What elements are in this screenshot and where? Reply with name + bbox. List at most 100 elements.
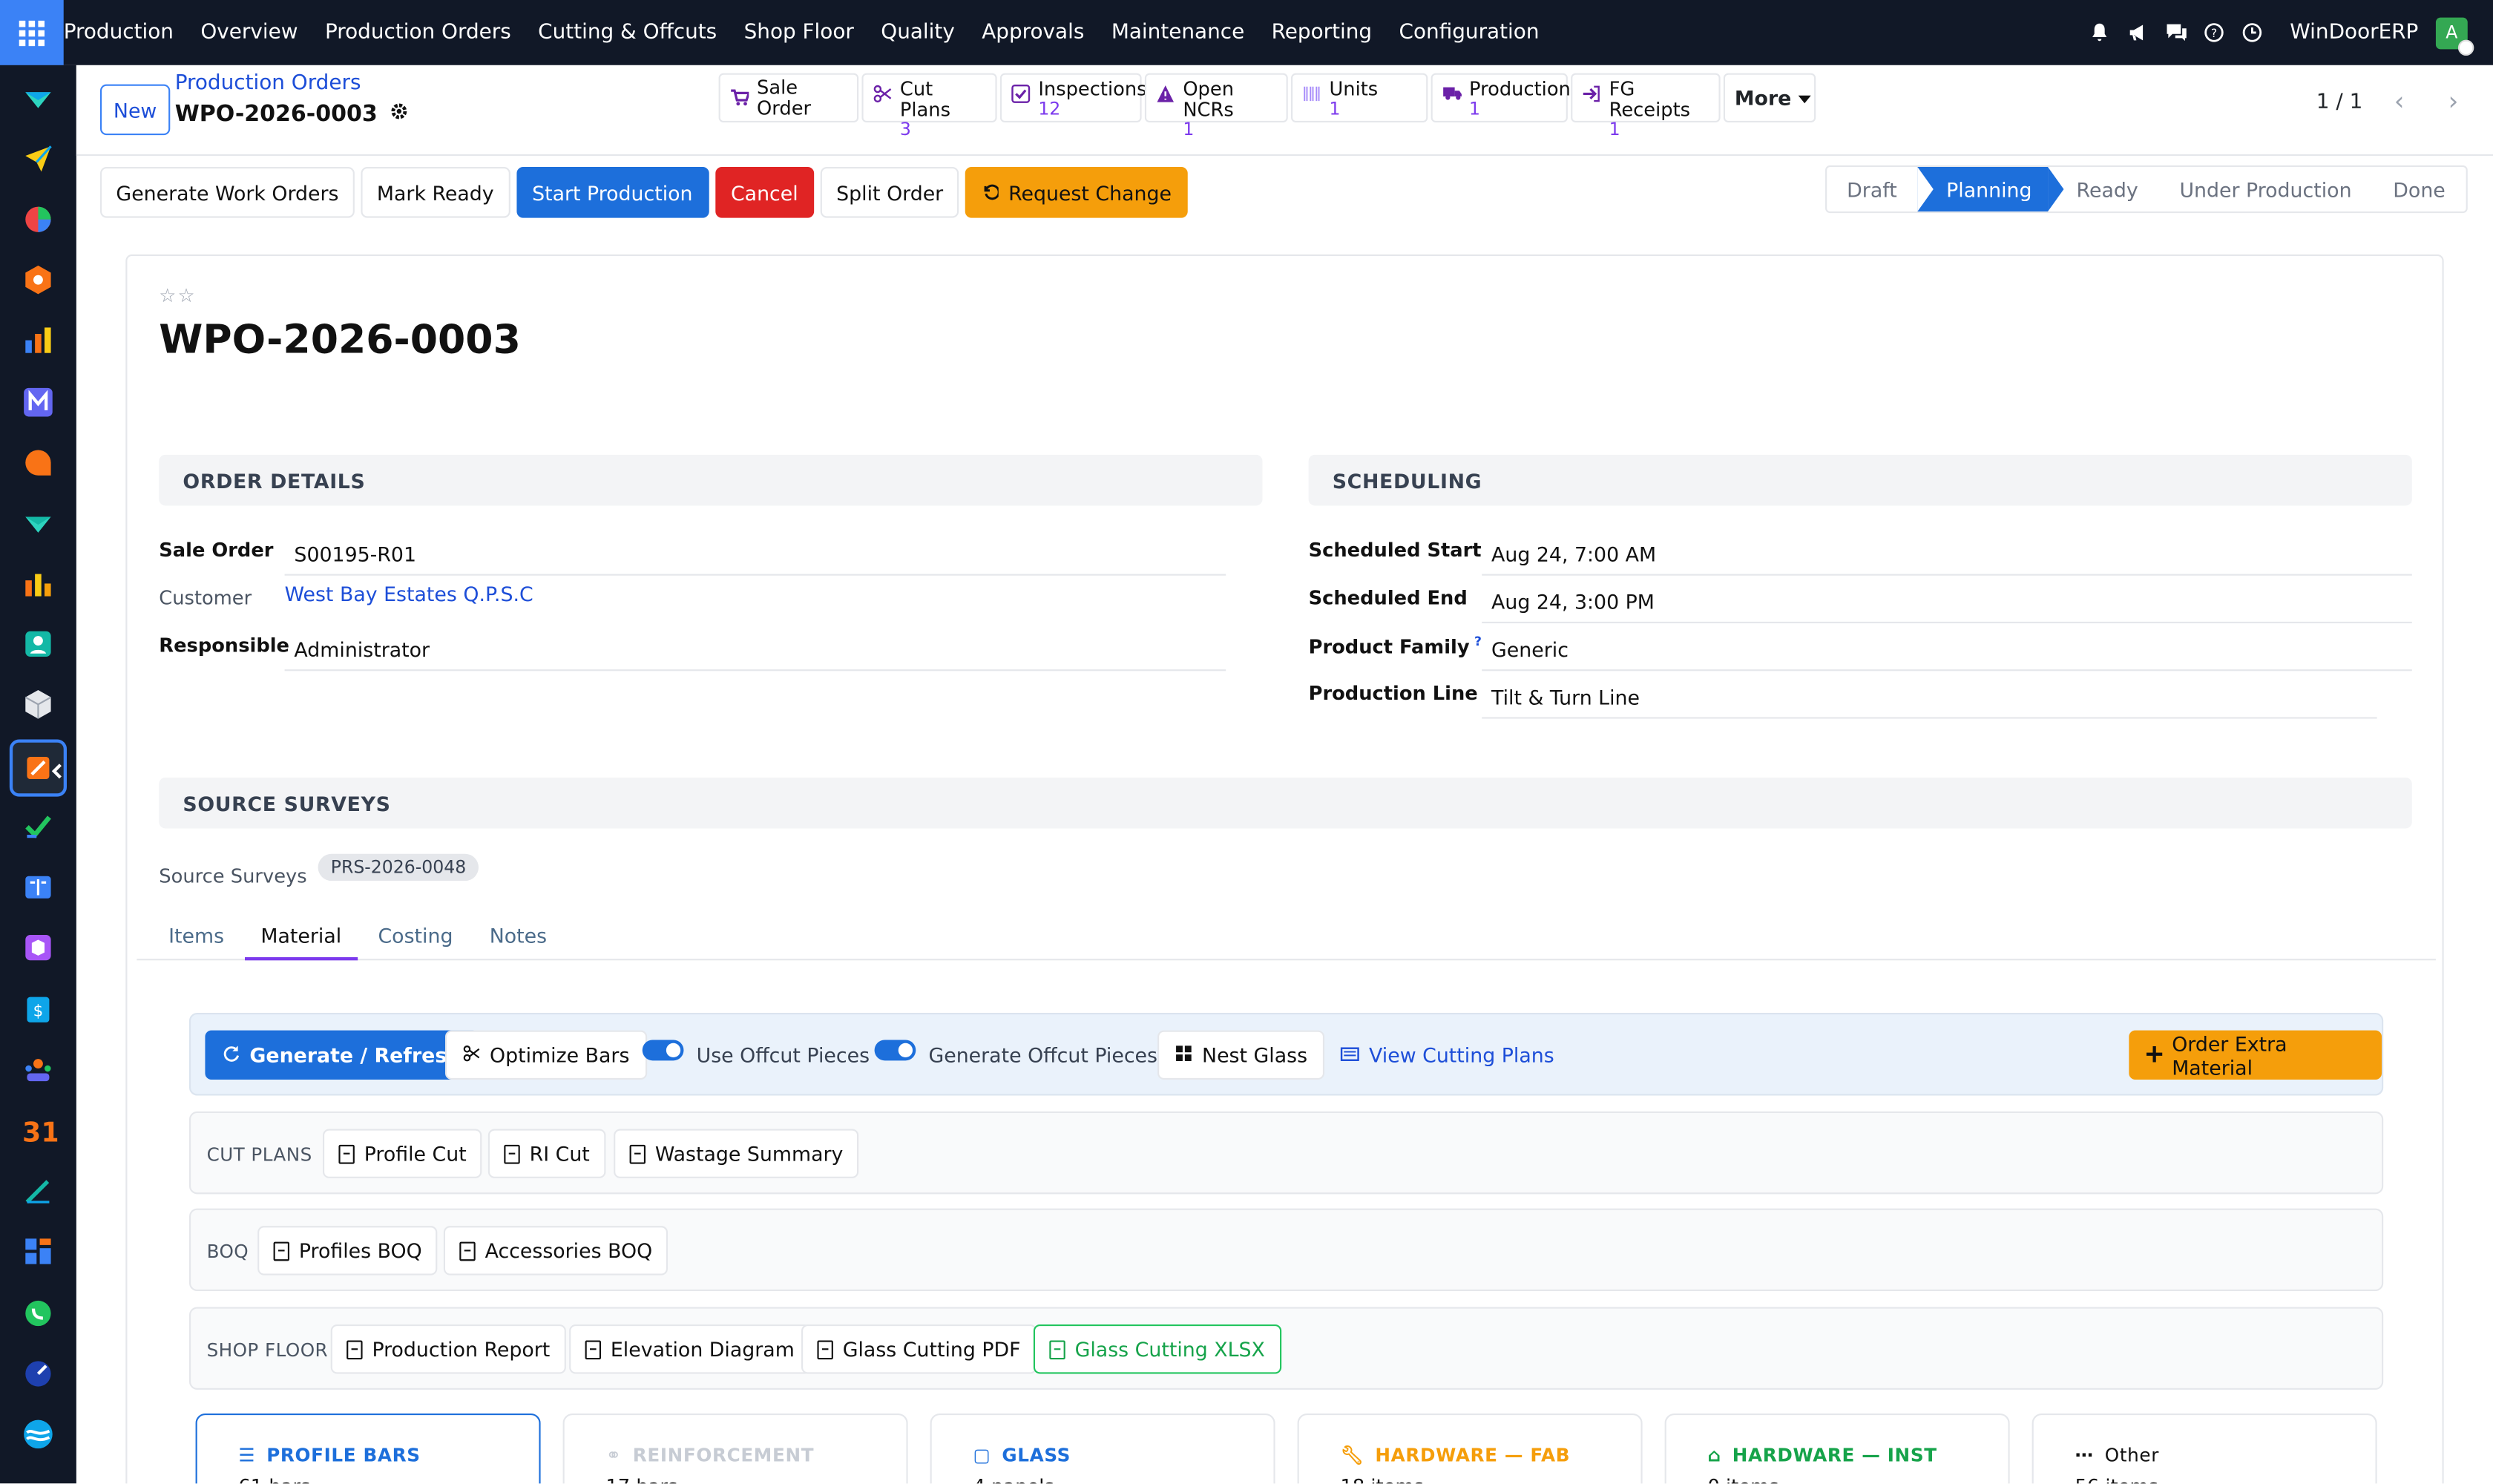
check-app-icon[interactable] [22,811,54,843]
contacts-app-icon[interactable] [22,628,54,660]
order-extra-material-button[interactable]: Order Extra Material [2129,1030,2382,1080]
glass-cutting-pdf-button[interactable]: Glass Cutting PDF [801,1324,1037,1374]
ri-cut-button[interactable]: RI Cut [487,1129,606,1178]
request-change-button[interactable]: Request Change [965,167,1188,218]
view-cutting-plans-link[interactable]: View Cutting Plans [1340,1043,1554,1067]
smart-button-inspections[interactable]: Inspections 12 [999,73,1147,123]
accessories-boq-button[interactable]: Accessories BOQ [443,1226,669,1275]
tab-notes[interactable]: Notes [473,913,562,960]
glass-cutting-xlsx-button[interactable]: Glass Cutting XLSX [1033,1324,1281,1374]
team-app-icon[interactable] [22,1054,54,1086]
apps-menu-button[interactable] [0,0,64,65]
smart-button-open-ncrs[interactable]: Open NCRs 1 [1144,73,1288,139]
chevron-left-icon[interactable] [47,761,70,784]
smart-button-fg-receipts[interactable]: FG Receipts 1 [1571,73,1721,139]
book-app-icon[interactable] [22,871,54,903]
stage-ready[interactable]: Ready [2048,167,2159,211]
box-app-icon[interactable] [22,264,54,296]
help-icon[interactable]: ? [2204,22,2225,43]
chart-app-icon[interactable] [22,568,54,600]
smart-button-sale-order[interactable]: Sale Order [718,73,859,123]
cube-app-icon[interactable] [22,689,54,720]
profile-cut-button[interactable]: Profile Cut [323,1129,483,1178]
breadcrumb-parent[interactable]: Production Orders [175,71,410,95]
chevron-left-icon[interactable]: ‹ [2382,85,2417,119]
smart-button-production[interactable]: Production 1 [1431,73,1571,123]
package-app-icon[interactable] [22,932,54,964]
new-button[interactable]: New [100,84,171,136]
stage-draft[interactable]: Draft [1826,167,1917,211]
wave-app-icon[interactable] [22,1418,54,1450]
dashboard-app-icon[interactable] [22,1235,54,1267]
stage-done[interactable]: Done [2372,167,2466,211]
sale-order-field[interactable]: S00195-R01 [284,534,1226,576]
megaphone-icon[interactable] [2128,22,2149,43]
diamond-app-icon[interactable] [22,508,54,539]
sign-app-icon[interactable] [22,1175,54,1207]
chevron-right-icon[interactable]: › [2436,85,2471,119]
cancel-button[interactable]: Cancel [715,167,815,218]
product-family-field[interactable]: Generic [1482,630,2412,672]
elevation-diagram-button[interactable]: Elevation Diagram [569,1324,811,1374]
dollar-app-icon[interactable]: $ [22,994,54,1025]
card-reinforcement[interactable]: ⚭ REINFORCEMENT 17 bars [562,1414,908,1484]
wastage-summary-button[interactable]: Wastage Summary [614,1129,859,1178]
menu-quality[interactable]: Quality [867,21,968,45]
card-glass[interactable]: ▢ GLASS 4 panels [930,1414,1275,1484]
scheduled-end-field[interactable]: Aug 24, 3:00 PM [1482,582,2412,624]
start-production-button[interactable]: Start Production [516,167,709,218]
chat-icon[interactable] [2166,22,2187,43]
split-order-button[interactable]: Split Order [820,167,959,218]
app-icon-1[interactable] [22,82,54,114]
optimize-bars-button[interactable]: Optimize Bars [445,1030,647,1080]
source-survey-tag[interactable]: PRS-2026-0048 [318,853,479,881]
menu-production-orders[interactable]: Production Orders [312,21,525,45]
bubble-app-icon[interactable] [22,447,54,479]
production-line-field[interactable]: Tilt & Turn Line [1482,677,2377,719]
help-tooltip-icon[interactable]: ? [1474,634,1482,649]
gauge-app-icon[interactable] [22,1358,54,1390]
tab-material[interactable]: Material [244,913,358,961]
menu-reporting[interactable]: Reporting [1258,21,1385,45]
clock-icon[interactable] [2242,22,2263,43]
generate-refresh-button[interactable]: Generate / Refresh [205,1030,479,1080]
card-hardware-fab[interactable]: 🔧︎ HARDWARE — FAB 18 items [1297,1414,1643,1484]
customer-field[interactable]: West Bay Estates Q.P.S.C [285,572,1226,614]
menu-overview[interactable]: Overview [187,21,312,45]
menu-configuration[interactable]: Configuration [1385,21,1552,45]
priority-stars[interactable]: ☆☆ [159,285,196,307]
scheduled-start-field[interactable]: Aug 24, 7:00 AM [1482,534,2412,576]
generate-offcut-toggle[interactable] [874,1040,916,1061]
gear-icon[interactable] [390,102,410,127]
pie-app-icon[interactable] [22,203,54,235]
generate-work-orders-button[interactable]: Generate Work Orders [100,167,355,218]
smart-button-cut-plans[interactable]: Cut Plans 3 [861,73,997,139]
mark-ready-button[interactable]: Mark Ready [361,167,510,218]
profiles-boq-button[interactable]: Profiles BOQ [257,1226,439,1275]
card-hardware-inst[interactable]: ⌂ HARDWARE — INST 0 items [1664,1414,2010,1484]
company-switcher[interactable]: WinDoorERP [2290,21,2418,45]
tab-costing[interactable]: Costing [362,913,469,960]
bars-app-icon[interactable] [22,324,54,356]
menu-maintenance[interactable]: Maintenance [1098,21,1258,45]
bell-icon[interactable] [2089,22,2110,43]
whatsapp-app-icon[interactable] [22,1298,54,1330]
production-report-button[interactable]: Production Report [330,1324,566,1374]
menu-approvals[interactable]: Approvals [968,21,1098,45]
nest-glass-button[interactable]: Nest Glass [1157,1030,1325,1080]
card-other[interactable]: ⋯ Other 56 items [2031,1414,2377,1484]
tab-items[interactable]: Items [153,913,240,960]
calendar-app-icon[interactable]: 31 [22,1114,60,1149]
user-avatar[interactable]: A [2435,16,2474,55]
stage-planning[interactable]: Planning [1917,167,2064,212]
menu-shop-floor[interactable]: Shop Floor [730,21,867,45]
card-profile-bars[interactable]: ☰ PROFILE BARS 61 bars [195,1414,541,1484]
smart-button-units[interactable]: Units 1 [1291,73,1428,123]
menu-cutting-offcuts[interactable]: Cutting & Offcuts [525,21,730,45]
use-offcut-toggle[interactable] [642,1040,684,1061]
stage-under-production[interactable]: Under Production [2159,167,2373,211]
more-button[interactable]: More [1723,73,1816,123]
m-app-icon[interactable] [22,387,54,418]
send-app-icon[interactable] [22,142,54,174]
responsible-field[interactable]: Administrator [284,630,1226,672]
